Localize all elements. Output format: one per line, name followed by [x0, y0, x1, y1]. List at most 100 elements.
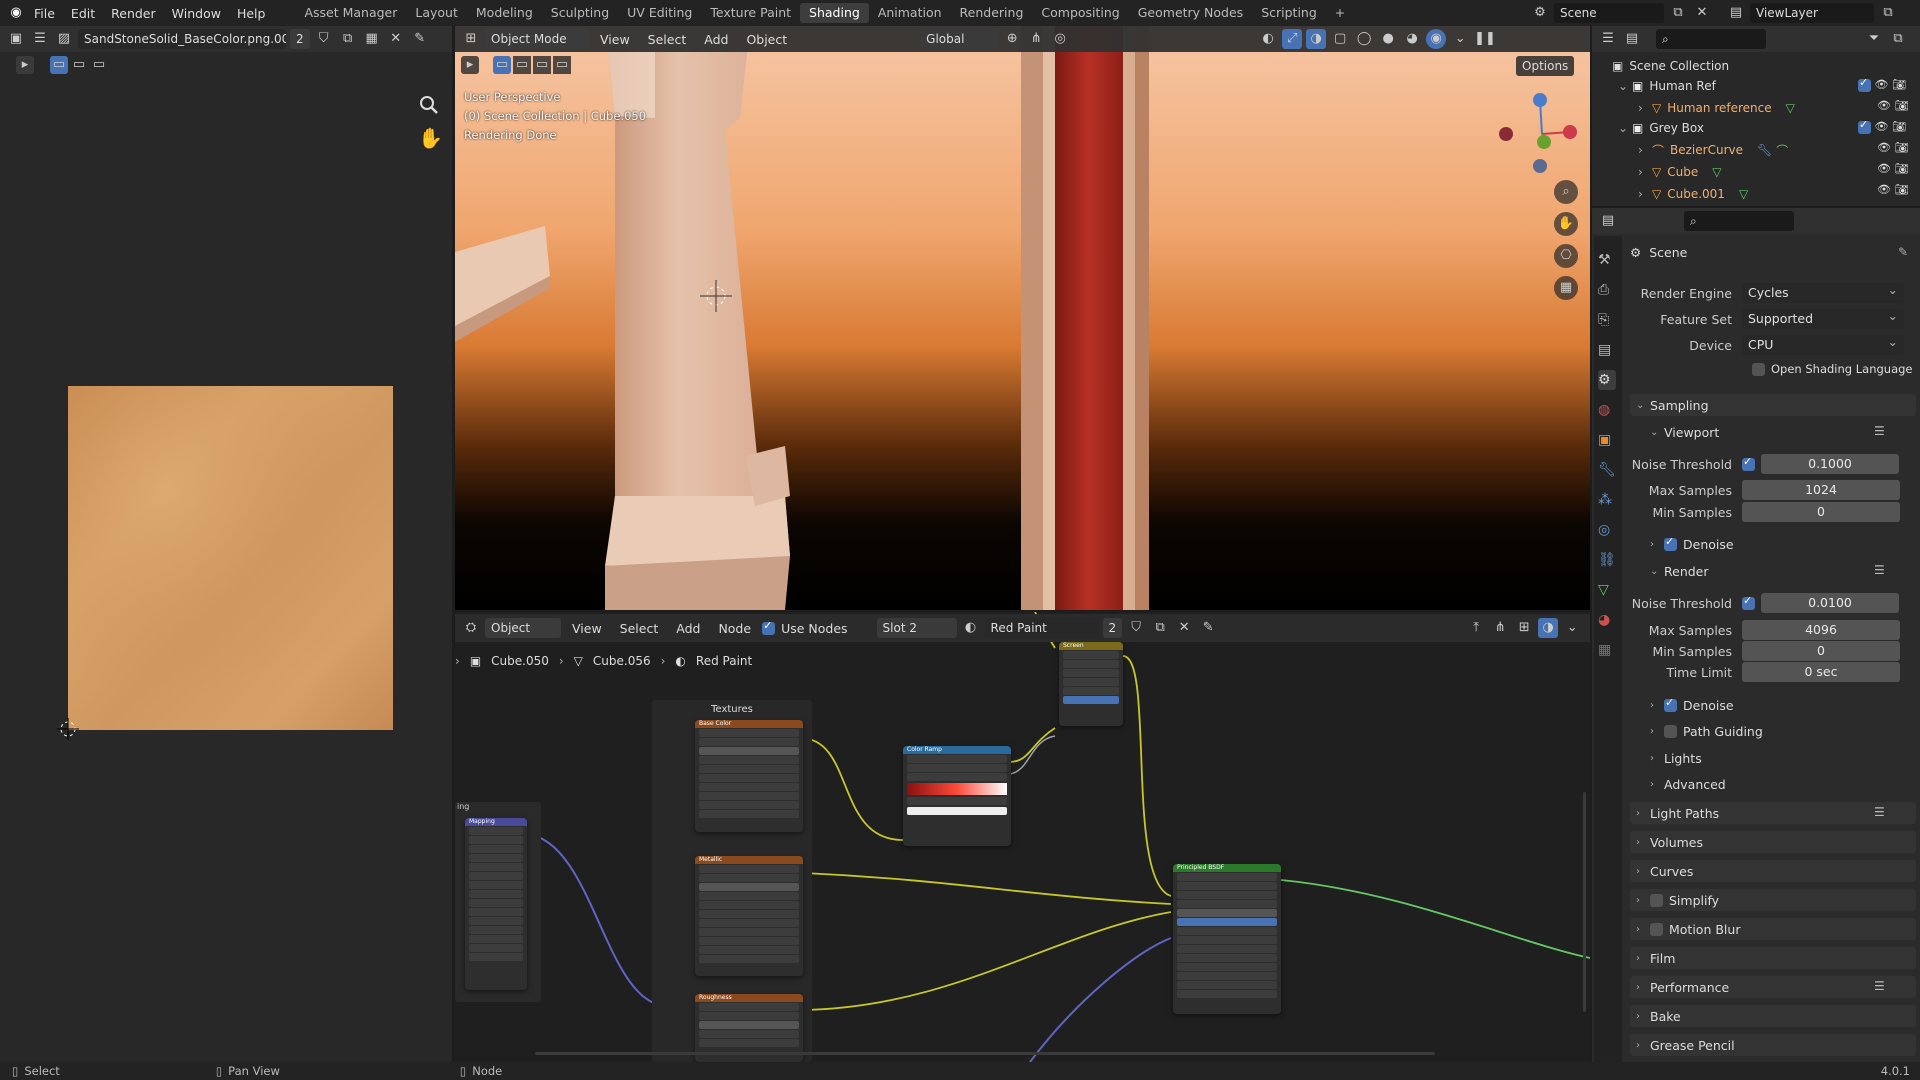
- expand-arrow-icon[interactable]: ›: [1636, 895, 1650, 906]
- camera-render-icon[interactable]: 📷︎: [1892, 120, 1906, 133]
- eye-icon[interactable]: 👁︎: [1875, 120, 1889, 133]
- object-mode-dropdown[interactable]: Object Mode: [485, 29, 589, 49]
- select-new-icon[interactable]: ▭: [493, 56, 511, 74]
- menu-window[interactable]: Window: [164, 6, 229, 21]
- render-tab-icon[interactable]: ⎙: [1598, 280, 1616, 300]
- material-shading-icon[interactable]: ◕: [1402, 29, 1422, 49]
- viewport-min-samples-field[interactable]: 0: [1742, 502, 1900, 522]
- tab-uv-editing[interactable]: UV Editing: [618, 3, 701, 23]
- render-max-samples-field[interactable]: 4096: [1742, 620, 1900, 640]
- node-menu-view[interactable]: View: [565, 621, 609, 636]
- path-guiding-row[interactable]: › Path Guiding: [1650, 724, 1763, 739]
- camera-render-icon[interactable]: 📷︎: [1894, 162, 1908, 175]
- render-noise-field[interactable]: 0.0100: [1761, 593, 1899, 613]
- node-menu-add[interactable]: Add: [669, 621, 707, 636]
- delete-scene-icon[interactable]: ✕: [1692, 3, 1712, 23]
- menu-file[interactable]: File: [26, 6, 63, 21]
- editor-type-icon[interactable]: ▣: [6, 29, 26, 49]
- viewlayer-icon[interactable]: ▤: [1726, 3, 1746, 23]
- expand-arrow-icon[interactable]: ⌄: [1618, 121, 1632, 135]
- tab-geometry-nodes[interactable]: Geometry Nodes: [1129, 3, 1252, 23]
- pause-render-icon[interactable]: ❚❚: [1474, 29, 1496, 49]
- outliner-editor-type-icon[interactable]: ☰: [1598, 29, 1618, 49]
- camera-render-icon[interactable]: 📷︎: [1894, 141, 1908, 154]
- tool-tab-icon[interactable]: ⚒: [1598, 250, 1616, 270]
- expand-arrow-icon[interactable]: ›: [1638, 165, 1652, 179]
- expand-arrow-icon[interactable]: ›: [1638, 101, 1652, 115]
- shading-options-icon[interactable]: ⌄: [1450, 29, 1470, 49]
- wireframe-shading-icon[interactable]: ◯: [1354, 29, 1374, 49]
- time-limit-field[interactable]: 0 sec: [1742, 662, 1900, 682]
- color-ramp-gradient[interactable]: [907, 783, 1007, 795]
- expand-arrow-icon[interactable]: ›: [1650, 700, 1664, 711]
- open-image-icon[interactable]: ▦: [362, 29, 382, 49]
- motion-blur-checkbox[interactable]: [1650, 923, 1663, 936]
- tab-layout[interactable]: Layout: [406, 3, 467, 23]
- device-dropdown[interactable]: CPU: [1742, 332, 1904, 355]
- feature-set-dropdown[interactable]: Supported: [1742, 306, 1904, 329]
- snap-node-icon[interactable]: ⋔: [1490, 618, 1510, 638]
- lights-subpanel[interactable]: › Lights: [1650, 751, 1702, 766]
- performance-header[interactable]: › Performance: [1636, 980, 1729, 995]
- eye-icon[interactable]: 👁︎: [1877, 162, 1891, 175]
- add-workspace-button[interactable]: +: [1326, 3, 1354, 23]
- new-material-icon[interactable]: ⧉: [1150, 618, 1170, 638]
- node-editor-hscrollbar[interactable]: [535, 1052, 1435, 1055]
- tab-asset-manager[interactable]: Asset Manager: [295, 3, 406, 23]
- filter-icon[interactable]: ⏷: [1864, 29, 1884, 49]
- select-extend-icon[interactable]: ▭: [513, 56, 531, 74]
- expand-arrow-icon[interactable]: ›: [1638, 187, 1652, 201]
- object-tab-icon[interactable]: ▣: [1598, 430, 1616, 450]
- viewport-menu-add[interactable]: Add: [697, 32, 735, 47]
- expand-arrow-icon[interactable]: ⌄: [1636, 400, 1650, 411]
- image-users-count[interactable]: 2: [290, 29, 310, 49]
- viewport-noise-checkbox[interactable]: [1742, 455, 1755, 471]
- viewlayer-name-field[interactable]: ViewLayer: [1750, 3, 1874, 23]
- xray-icon[interactable]: ▢: [1330, 29, 1350, 49]
- options-dropdown[interactable]: Options: [1516, 56, 1575, 76]
- tab-sculpting[interactable]: Sculpting: [542, 3, 618, 23]
- pin-icon[interactable]: ✎: [410, 29, 430, 49]
- curves-header[interactable]: › Curves: [1636, 864, 1693, 879]
- screen-mix-node[interactable]: Screen: [1059, 642, 1123, 726]
- expand-arrow-icon[interactable]: ›: [1650, 539, 1664, 550]
- motion-blur-header[interactable]: › Motion Blur: [1636, 922, 1740, 937]
- outliner-root[interactable]: ▣ Scene Collection: [1612, 56, 1912, 76]
- viewport-denoise-row[interactable]: › Denoise: [1650, 535, 1734, 552]
- eye-icon[interactable]: 👁︎: [1877, 99, 1891, 112]
- expand-arrow-icon[interactable]: ›: [1636, 808, 1650, 819]
- viewport-editor-type-icon[interactable]: ⊞: [461, 29, 481, 49]
- node-overlay-icon[interactable]: ◑: [1538, 618, 1559, 638]
- tab-scripting[interactable]: Scripting: [1252, 3, 1326, 23]
- texture-tab-icon[interactable]: ▦: [1598, 640, 1616, 660]
- blender-logo-icon[interactable]: ◉: [6, 3, 26, 23]
- properties-pin-icon[interactable]: ✎: [1898, 245, 1908, 259]
- render-denoise-row[interactable]: › Denoise: [1650, 696, 1734, 713]
- expand-arrow-icon[interactable]: ⌄: [1650, 427, 1664, 438]
- node-pin-icon[interactable]: ✎: [1198, 618, 1218, 638]
- material-users-count[interactable]: 2: [1102, 618, 1123, 638]
- viewport-noise-field[interactable]: 0.1000: [1761, 454, 1899, 474]
- expand-arrow-icon[interactable]: ›: [1636, 1040, 1650, 1051]
- use-nodes-checkbox[interactable]: [762, 619, 776, 635]
- principled-bsdf-node[interactable]: Principled BSDF: [1173, 864, 1281, 1014]
- node-editor-type-icon[interactable]: ⛭: [461, 618, 481, 638]
- expand-arrow-icon[interactable]: ›: [1638, 143, 1652, 157]
- scene-icon[interactable]: ⚙: [1530, 3, 1550, 23]
- viewport-menu-view[interactable]: View: [593, 32, 637, 47]
- material-slot-dropdown[interactable]: Slot 2: [876, 618, 957, 638]
- view-layer-tab-icon[interactable]: ▤: [1598, 340, 1616, 360]
- 3d-cursor-icon[interactable]: [698, 278, 734, 317]
- tab-rendering[interactable]: Rendering: [951, 3, 1033, 23]
- shader-node-editor[interactable]: ing Mapping Textures Base Color Metallic…: [455, 612, 1590, 1062]
- expand-arrow-icon[interactable]: ›: [1650, 726, 1664, 737]
- select-extend-icon[interactable]: ▭: [70, 56, 88, 74]
- render-presets-icon[interactable]: ☰: [1874, 563, 1885, 577]
- navigation-gizmo[interactable]: [1498, 90, 1578, 179]
- camera-render-icon[interactable]: 📷︎: [1892, 78, 1906, 91]
- expand-arrow-icon[interactable]: ⌄: [1618, 79, 1632, 93]
- color-ramp-node[interactable]: Color Ramp: [903, 746, 1011, 846]
- expand-arrow-icon[interactable]: ›: [1650, 779, 1664, 790]
- expand-arrow-icon[interactable]: ›: [1636, 924, 1650, 935]
- metallic-texture-node[interactable]: Metallic: [695, 856, 803, 976]
